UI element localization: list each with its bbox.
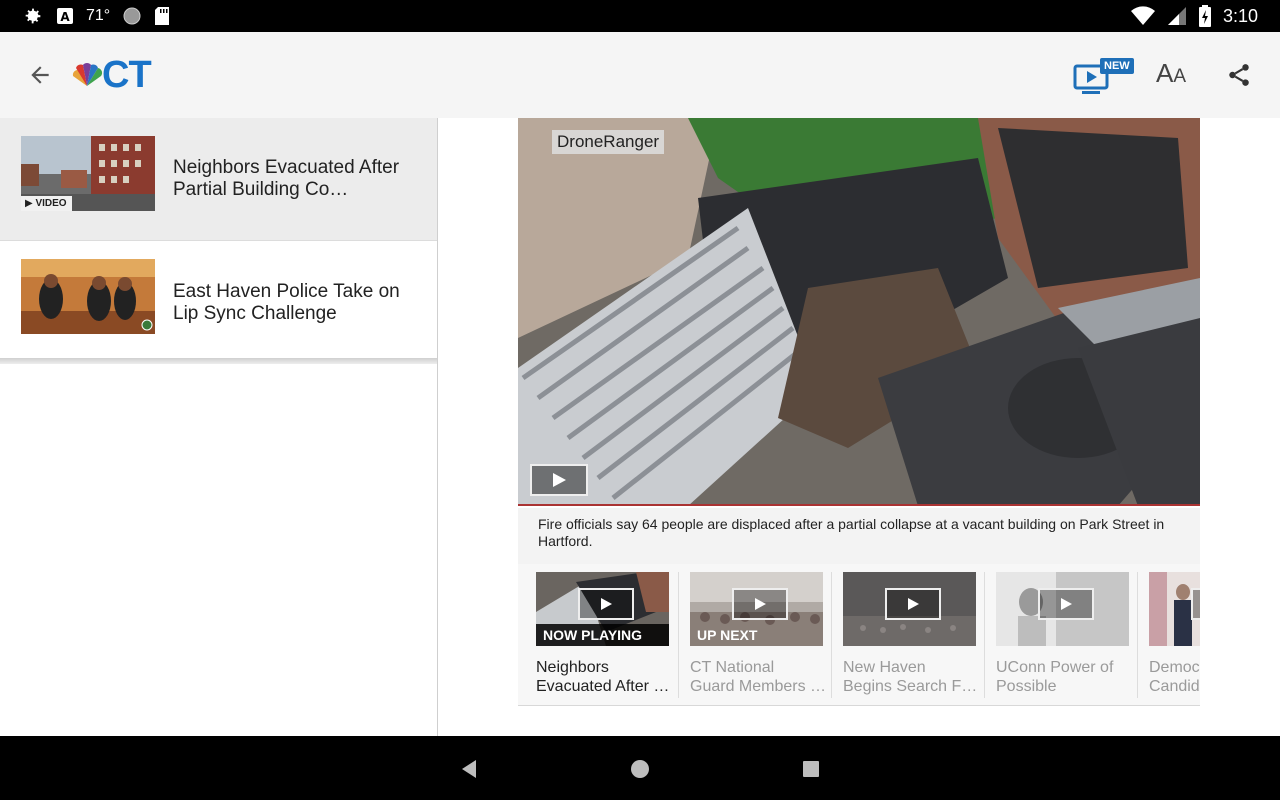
video-tag-label: VIDEO <box>35 198 67 209</box>
now-playing-label: NOW PLAYING <box>536 624 669 646</box>
article-list: ▶ VIDEO Neighbors Evacuated After Partia… <box>0 118 438 736</box>
article-title: East Haven Police Take on Lip Sync Chall… <box>173 281 400 324</box>
app-bar: CT NEW A A <box>0 32 1280 118</box>
wifi-icon <box>1130 6 1155 26</box>
playlist-thumbnail: NOW PLAYING <box>536 572 669 646</box>
font-size-big: A <box>1156 58 1174 88</box>
font-size-button[interactable]: A A <box>1156 58 1196 92</box>
list-divider <box>0 358 437 364</box>
play-icon <box>908 598 919 610</box>
playlist-title-line2: Evacuated After … <box>536 678 670 695</box>
playlist-thumbnail <box>843 572 976 646</box>
playlist-title-line2: Possible <box>996 678 1057 695</box>
battery-icon <box>1198 5 1211 27</box>
video-playlist: NOW PLAYING Neighbors Evacuated After … U… <box>518 564 1200 706</box>
share-button[interactable] <box>1222 58 1256 92</box>
article-thumbnail <box>21 259 155 334</box>
play-button[interactable] <box>578 588 634 620</box>
moon-icon <box>123 7 141 25</box>
list-item[interactable]: East Haven Police Take on Lip Sync Chall… <box>0 241 437 364</box>
playlist-title-line1: CT National <box>690 659 775 676</box>
peacock-icon <box>72 63 103 86</box>
playlist-thumbnail <box>996 572 1129 646</box>
play-button[interactable] <box>530 464 588 496</box>
play-button[interactable] <box>1038 588 1094 620</box>
playlist-title: Neighbors Evacuated After … <box>536 658 670 696</box>
nav-home-button[interactable] <box>629 758 651 780</box>
nav-recents-button[interactable] <box>800 758 822 780</box>
article-thumbnail: ▶ VIDEO <box>21 136 155 211</box>
playlist-item[interactable]: NOW PLAYING Neighbors Evacuated After … <box>525 572 671 698</box>
share-icon <box>1229 64 1249 86</box>
play-icon <box>553 473 566 487</box>
play-button[interactable] <box>885 588 941 620</box>
playlist-item[interactable]: New Haven Begins Search F… <box>831 572 977 698</box>
temperature: 71° <box>86 7 111 24</box>
svg-text:A: A <box>60 10 70 24</box>
back-button[interactable] <box>22 57 58 93</box>
settings-icon <box>25 8 41 24</box>
playlist-thumbnail <box>1149 572 1200 646</box>
square-recents-icon <box>803 761 819 777</box>
status-right: 3:10 <box>1130 0 1258 32</box>
font-size-small: A <box>1173 66 1187 87</box>
playlist-title: Democ Candid <box>1149 658 1200 696</box>
playlist-title: CT National Guard Members … <box>690 658 824 696</box>
triangle-back-icon <box>462 760 476 778</box>
video-caption: Fire officials say 64 people are displac… <box>518 508 1200 564</box>
playlist-title-line2: Candid <box>1149 678 1200 695</box>
arrow-back-icon <box>31 66 49 84</box>
aerial-collapse-image <box>518 118 1200 504</box>
play-button[interactable] <box>1191 588 1200 620</box>
playlist-item[interactable]: UP NEXT CT National Guard Members … <box>678 572 824 698</box>
sd-card-icon <box>155 7 170 25</box>
logo-text: CT <box>102 53 152 96</box>
list-item[interactable]: ▶ VIDEO Neighbors Evacuated After Partia… <box>0 118 437 241</box>
font-a-icon: A <box>57 8 73 24</box>
circle-home-icon <box>631 760 649 778</box>
play-icon <box>1061 598 1072 610</box>
play-icon <box>601 598 612 610</box>
navigation-bar <box>0 736 1280 800</box>
live-tv-button[interactable]: NEW <box>1070 56 1140 96</box>
signal-icon <box>1167 7 1186 25</box>
video-tag: ▶ VIDEO <box>21 196 72 211</box>
playlist-title-line2: Guard Members … <box>690 678 824 695</box>
playlist-title-line1: Neighbors <box>536 659 609 676</box>
video-player[interactable]: DroneRanger <box>518 118 1200 506</box>
playlist-item[interactable]: UConn Power of Possible <box>984 572 1130 698</box>
playlist-title: New Haven Begins Search F… <box>843 658 977 696</box>
playlist-title-line2: Begins Search F… <box>843 678 977 695</box>
article-title: Neighbors Evacuated After Partial Buildi… <box>173 157 400 200</box>
playlist-title-line1: New Haven <box>843 659 926 676</box>
play-icon <box>755 598 766 610</box>
playlist-title-line1: UConn Power of <box>996 659 1114 676</box>
police-thumbnail-image <box>21 259 155 334</box>
clock: 3:10 <box>1222 5 1258 26</box>
drone-ranger-label: DroneRanger <box>552 130 665 154</box>
nbc-ct-logo: CT <box>70 53 152 96</box>
playlist-thumbnail: UP NEXT <box>690 572 823 646</box>
up-next-label: UP NEXT <box>697 627 758 643</box>
status-bar: A 71° 3:10 <box>0 0 1280 32</box>
play-button[interactable] <box>732 588 788 620</box>
status-left: A 71° <box>22 0 170 32</box>
playlist-item[interactable]: Democ Candid <box>1137 572 1200 698</box>
nav-back-button[interactable] <box>458 758 480 780</box>
playlist-title-line1: Democ <box>1149 659 1200 676</box>
article-detail: DroneRanger Fire officials say 64 people… <box>439 118 1280 736</box>
new-badge: NEW <box>1100 58 1134 74</box>
playlist-title: UConn Power of Possible <box>996 658 1130 696</box>
